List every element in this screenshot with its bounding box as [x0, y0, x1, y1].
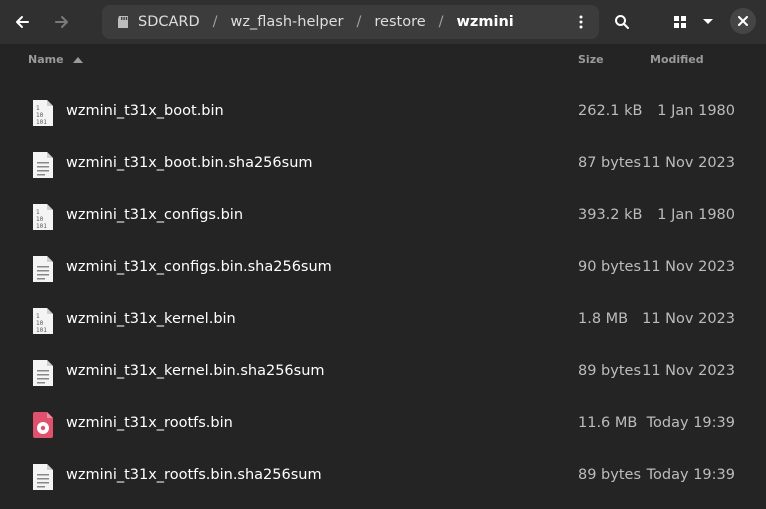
file-modified: 11 Nov 2023	[642, 259, 735, 275]
column-header-name[interactable]: Name	[28, 53, 84, 66]
breadcrumb-wzmini[interactable]: wzmini	[457, 14, 514, 30]
column-header-row: Name Size Modified	[0, 44, 766, 76]
file-modified: 11 Nov 2023	[642, 363, 735, 379]
back-button[interactable]	[5, 5, 39, 39]
breadcrumb-wz-flash-helper[interactable]: wz_flash-helper	[231, 14, 344, 30]
file-size: 89 bytes	[578, 363, 642, 379]
search-icon	[615, 15, 629, 29]
file-size: 89 bytes	[578, 467, 642, 483]
path-bar: SDCARD / wz_flash-helper / restore / wzm…	[102, 5, 599, 39]
column-header-modified[interactable]: Modified	[650, 53, 704, 66]
file-modified: Today 19:39	[646, 467, 735, 483]
svg-text:1: 1	[36, 209, 40, 216]
chevron-down-icon	[703, 19, 713, 24]
file-size: 262.1 kB	[578, 103, 643, 119]
file-row[interactable]: wzmini_t31x_kernel.bin.sha256sum 89 bytes…	[0, 346, 766, 398]
kebab-menu-icon	[579, 15, 583, 29]
binary-file-icon: 1 10 101	[32, 203, 54, 231]
sort-ascending-icon	[73, 57, 84, 63]
breadcrumb-separator: /	[212, 14, 218, 30]
svg-text:10: 10	[36, 320, 44, 327]
file-row[interactable]: 1 10 101 wzmini_t31x_kernel.bin 1.8 MB 11 Nov…	[0, 294, 766, 346]
file-size: 1.8 MB	[578, 311, 629, 327]
file-name: wzmini_t31x_rootfs.bin	[66, 415, 233, 431]
breadcrumb-restore[interactable]: restore	[374, 14, 425, 30]
file-size: 11.6 MB	[578, 415, 638, 431]
arrow-right-icon	[55, 16, 68, 28]
forward-button[interactable]	[45, 5, 79, 39]
svg-text:1: 1	[36, 105, 40, 112]
svg-text:10: 10	[36, 216, 44, 223]
breadcrumb-separator: /	[356, 14, 362, 30]
close-button[interactable]	[730, 8, 756, 34]
file-size: 87 bytes	[578, 155, 642, 171]
file-name: wzmini_t31x_boot.bin	[66, 103, 224, 119]
breadcrumb-separator: /	[438, 14, 444, 30]
view-options-button[interactable]	[693, 5, 723, 39]
file-row[interactable]: 1 10 101 wzmini_t31x_configs.bin 393.2 kB 1 J…	[0, 190, 766, 242]
file-modified: Today 19:39	[646, 415, 735, 431]
binary-file-icon: 1 10 101	[32, 99, 54, 127]
file-row[interactable]: wzmini_t31x_rootfs.bin.sha256sum 89 bytes…	[0, 450, 766, 502]
search-button[interactable]	[605, 5, 639, 39]
file-modified: 11 Nov 2023	[642, 311, 735, 327]
svg-text:101: 101	[36, 119, 47, 126]
file-name: wzmini_t31x_rootfs.bin.sha256sum	[66, 467, 322, 483]
column-header-size[interactable]: Size	[578, 53, 604, 66]
file-row[interactable]: 1 10 101 wzmini_t31x_boot.bin 262.1 kB 1 Jan …	[0, 86, 766, 138]
view-grid-button[interactable]	[663, 5, 697, 39]
binary-file-icon: 1 10 101	[32, 307, 54, 335]
svg-text:101: 101	[36, 327, 47, 334]
file-modified: 11 Nov 2023	[642, 155, 735, 171]
file-modified: 1 Jan 1980	[657, 103, 735, 119]
header-bar: SDCARD / wz_flash-helper / restore / wzm…	[0, 0, 766, 44]
file-name: wzmini_t31x_boot.bin.sha256sum	[66, 155, 313, 171]
file-size: 393.2 kB	[578, 207, 643, 223]
text-file-icon	[32, 359, 54, 387]
svg-text:10: 10	[36, 112, 44, 119]
file-name: wzmini_t31x_configs.bin.sha256sum	[66, 259, 332, 275]
path-menu-button[interactable]	[569, 10, 593, 34]
file-row[interactable]: wzmini_t31x_rootfs.bin 11.6 MB Today 19:39	[0, 398, 766, 450]
file-name: wzmini_t31x_kernel.bin	[66, 311, 236, 327]
file-name: wzmini_t31x_kernel.bin.sha256sum	[66, 363, 325, 379]
file-row[interactable]: wzmini_t31x_boot.bin.sha256sum 87 bytes 11…	[0, 138, 766, 190]
file-row[interactable]: wzmini_t31x_configs.bin.sha256sum 90 byte…	[0, 242, 766, 294]
close-icon	[738, 16, 748, 26]
breadcrumb-sdcard[interactable]: SDCARD	[138, 14, 200, 30]
file-size: 90 bytes	[578, 259, 642, 275]
text-file-icon	[32, 255, 54, 283]
svg-text:1: 1	[36, 313, 40, 320]
svg-text:101: 101	[36, 223, 47, 230]
text-file-icon	[32, 463, 54, 491]
file-name: wzmini_t31x_configs.bin	[66, 207, 244, 223]
text-file-icon	[32, 151, 54, 179]
arrow-left-icon	[16, 16, 29, 28]
disc-image-icon	[32, 411, 54, 439]
file-modified: 1 Jan 1980	[657, 207, 735, 223]
grid-view-icon	[674, 16, 686, 28]
drive-icon	[118, 16, 128, 28]
